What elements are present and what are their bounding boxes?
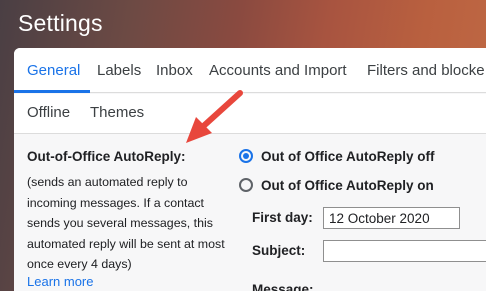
description-line: incoming messages. If a contact bbox=[27, 195, 204, 210]
autoreply-on-radio[interactable] bbox=[239, 178, 253, 192]
subject-label: Subject: bbox=[252, 243, 306, 258]
subject-input[interactable] bbox=[323, 240, 486, 262]
tab-labels[interactable]: Labels bbox=[97, 62, 141, 79]
tab-themes[interactable]: Themes bbox=[90, 104, 144, 121]
learn-more-link[interactable]: Learn more bbox=[27, 274, 93, 289]
description-line: sends you several messages, this bbox=[27, 216, 213, 230]
tab-general[interactable]: General bbox=[27, 62, 80, 79]
first-day-label: First day: bbox=[252, 210, 313, 225]
settings-panel: General Labels Inbox Accounts and Import… bbox=[14, 48, 486, 291]
first-day-input[interactable] bbox=[323, 207, 460, 229]
autoreply-off-radio[interactable] bbox=[239, 149, 253, 163]
autoreply-off-label[interactable]: Out of Office AutoReply off bbox=[261, 149, 434, 164]
description-line: automated reply will be sent at most bbox=[27, 236, 225, 251]
autoreply-on-option[interactable]: Out of Office AutoReply on bbox=[239, 176, 434, 194]
active-tab-indicator bbox=[14, 90, 90, 93]
tab-filters-and-blocked[interactable]: Filters and blocke bbox=[367, 62, 485, 79]
autoreply-off-option[interactable]: Out of Office AutoReply off bbox=[239, 147, 434, 165]
description-line: once every 4 days) bbox=[27, 257, 132, 271]
tab-inbox[interactable]: Inbox bbox=[156, 62, 193, 79]
message-label: Message: bbox=[252, 282, 314, 291]
autoreply-description: (sends an automated reply to incoming me… bbox=[27, 172, 242, 275]
settings-tabs-row-2: Offline Themes bbox=[14, 94, 486, 134]
autoreply-on-label[interactable]: Out of Office AutoReply on bbox=[261, 178, 434, 193]
settings-title: Settings bbox=[18, 10, 103, 36]
autoreply-section: Out-of-Office AutoReply: (sends an autom… bbox=[14, 135, 486, 291]
tab-offline[interactable]: Offline bbox=[27, 104, 70, 121]
tab-accounts-and-import[interactable]: Accounts and Import bbox=[209, 62, 347, 79]
autoreply-heading: Out-of-Office AutoReply: bbox=[27, 149, 186, 164]
description-line: (sends an automated reply to bbox=[27, 175, 188, 189]
settings-tabs-row-1: General Labels Inbox Accounts and Import… bbox=[14, 48, 486, 93]
